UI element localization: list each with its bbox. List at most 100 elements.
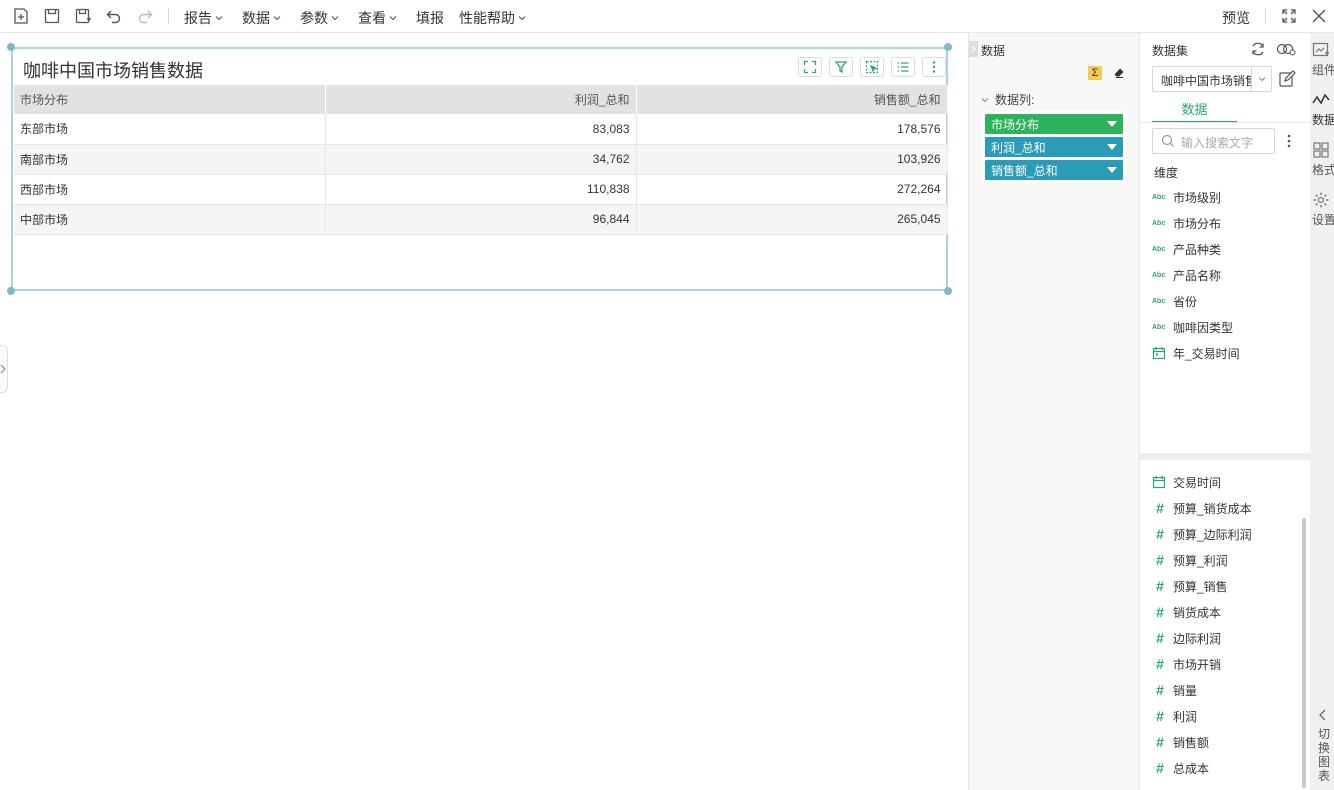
panel-splitter[interactable] — [1140, 453, 1310, 460]
column-header[interactable]: 利润_总和 — [325, 85, 637, 114]
rail-item-components[interactable]: 组件 — [1312, 41, 1334, 78]
field-item[interactable]: Abc 产品名称 — [1152, 265, 1221, 285]
table-cell[interactable]: 东部市场 — [14, 114, 326, 145]
field-label: 产品种类 — [1173, 242, 1222, 257]
field-item[interactable]: # 利润 — [1152, 706, 1197, 726]
table-cell[interactable]: 96,844 — [325, 204, 637, 235]
field-item[interactable]: # 预算_销售 — [1152, 576, 1228, 596]
field-label: 预算_利润 — [1173, 553, 1228, 568]
redo-icon[interactable] — [134, 5, 156, 27]
field-item[interactable]: # 总成本 — [1152, 758, 1209, 778]
caret-down-icon[interactable] — [1107, 121, 1117, 127]
dataset-select-value: 咖啡中国市场销售 — [1161, 74, 1258, 88]
edit-dataset-icon[interactable] — [1278, 70, 1296, 88]
table-cell[interactable]: 103,926 — [636, 144, 948, 175]
resize-handle[interactable] — [944, 287, 952, 295]
table-cell[interactable]: 83,083 — [325, 114, 637, 145]
table-cell[interactable]: 南部市场 — [14, 144, 326, 175]
field-item[interactable]: 年_交易时间 — [1152, 343, 1240, 363]
table-cell[interactable]: 272,264 — [636, 174, 948, 205]
more-options-icon[interactable] — [1285, 133, 1293, 149]
table-cell[interactable]: 中部市场 — [14, 204, 326, 235]
preview-button[interactable]: 预览 — [1222, 8, 1250, 28]
components-icon — [1312, 42, 1329, 57]
resize-handle[interactable] — [7, 287, 15, 295]
field-item[interactable]: # 预算_利润 — [1152, 550, 1228, 570]
refresh-icon[interactable] — [1250, 41, 1266, 57]
chevron-down-icon — [331, 16, 339, 21]
field-label: 交易时间 — [1173, 475, 1222, 490]
field-item[interactable]: 交易时间 — [1152, 472, 1221, 492]
close-icon[interactable] — [1308, 5, 1330, 27]
menu-performance-help[interactable]: 性能帮助 — [459, 8, 526, 28]
field-search-input[interactable]: 输入搜索文字 — [1152, 128, 1275, 154]
data-column-pill[interactable]: 市场分布 — [985, 114, 1123, 134]
number-type-icon: # — [1156, 656, 1164, 672]
search-icon — [1161, 134, 1174, 147]
table-cell[interactable]: 110,838 — [325, 174, 637, 205]
table-cell[interactable]: 265,045 — [636, 204, 948, 235]
menu-data[interactable]: 数据 — [242, 8, 281, 28]
more-icon[interactable] — [922, 57, 946, 77]
column-header[interactable]: 销售额_总和 — [636, 85, 948, 114]
table-widget[interactable]: 咖啡中国市场销售数据 市场分布 利润_总和 销售额_总和 东部市场 83,083… — [7, 43, 952, 295]
menu-label: 数据 — [242, 10, 270, 26]
gear-icon — [1313, 192, 1329, 208]
toolbar-separator — [1265, 8, 1266, 24]
field-item[interactable]: # 预算_销货成本 — [1152, 498, 1252, 518]
field-item[interactable]: Abc 咖啡因类型 — [1152, 317, 1233, 337]
save-icon[interactable] — [41, 5, 63, 27]
filter-icon[interactable] — [829, 57, 853, 77]
rail-item-data[interactable]: 数据 — [1312, 91, 1334, 128]
fullscreen-icon[interactable] — [1278, 5, 1300, 27]
field-label: 省份 — [1173, 294, 1198, 309]
field-item[interactable]: Abc 省份 — [1152, 291, 1197, 311]
dataset-link-icon[interactable] — [1276, 41, 1296, 57]
list-icon[interactable] — [891, 57, 915, 77]
save-as-icon[interactable] — [72, 5, 94, 27]
switch-chart-button[interactable]: 切换图表 — [1318, 709, 1332, 783]
left-panel-toggle[interactable] — [0, 345, 8, 393]
field-item[interactable]: # 销货成本 — [1152, 602, 1221, 622]
data-columns-section[interactable]: 数据列: — [981, 91, 1034, 108]
field-label: 产品名称 — [1173, 268, 1222, 283]
dataset-select[interactable]: 咖啡中国市场销售 — [1152, 66, 1272, 92]
data-column-pill[interactable]: 销售额_总和 — [985, 160, 1123, 180]
data-table: 市场分布 利润_总和 销售额_总和 东部市场 83,083 178,576 南部… — [14, 85, 948, 235]
field-item[interactable]: # 市场开销 — [1152, 654, 1221, 674]
menu-parameters[interactable]: 参数 — [300, 8, 339, 28]
menu-view[interactable]: 查看 — [358, 8, 397, 28]
table-cell[interactable]: 西部市场 — [14, 174, 326, 205]
field-item[interactable]: Abc 市场级别 — [1152, 187, 1221, 207]
table-cell[interactable]: 34,762 — [325, 144, 637, 175]
menu-report[interactable]: 报告 — [184, 8, 223, 28]
column-header[interactable]: 市场分布 — [14, 85, 326, 114]
scrollbar[interactable] — [1302, 518, 1306, 788]
field-item[interactable]: Abc 市场分布 — [1152, 213, 1221, 233]
select-icon[interactable] — [860, 57, 884, 77]
resize-handle[interactable] — [944, 43, 952, 51]
caret-down-icon[interactable] — [1107, 167, 1117, 173]
field-item[interactable]: # 边际利润 — [1152, 628, 1221, 648]
data-column-pill[interactable]: 利润_总和 — [985, 137, 1123, 157]
table-cell[interactable]: 178,576 — [636, 114, 948, 145]
caret-down-icon[interactable] — [1107, 144, 1117, 150]
rail-label: 格式 — [1312, 163, 1334, 177]
new-report-icon[interactable] — [10, 5, 32, 27]
calendar-icon — [1152, 347, 1166, 360]
eraser-icon[interactable] — [1113, 67, 1125, 79]
menu-label: 性能帮助 — [459, 10, 515, 26]
resize-handle[interactable] — [7, 43, 15, 51]
rail-item-settings[interactable]: 设置 — [1312, 191, 1334, 228]
field-item[interactable]: Abc 产品种类 — [1152, 239, 1221, 259]
rail-item-format[interactable]: 格式 — [1312, 141, 1334, 178]
tab-data[interactable]: 数据 — [1152, 99, 1237, 123]
field-item[interactable]: # 销量 — [1152, 680, 1197, 700]
sigma-icon[interactable]: Σ — [1088, 66, 1102, 80]
expand-icon[interactable] — [798, 57, 822, 77]
field-item[interactable]: # 预算_边际利润 — [1152, 524, 1252, 544]
field-item[interactable]: # 销售额 — [1152, 732, 1209, 752]
collapse-panel-button[interactable] — [969, 41, 978, 57]
menu-fill[interactable]: 填报 — [416, 8, 444, 28]
undo-icon[interactable] — [103, 5, 125, 27]
